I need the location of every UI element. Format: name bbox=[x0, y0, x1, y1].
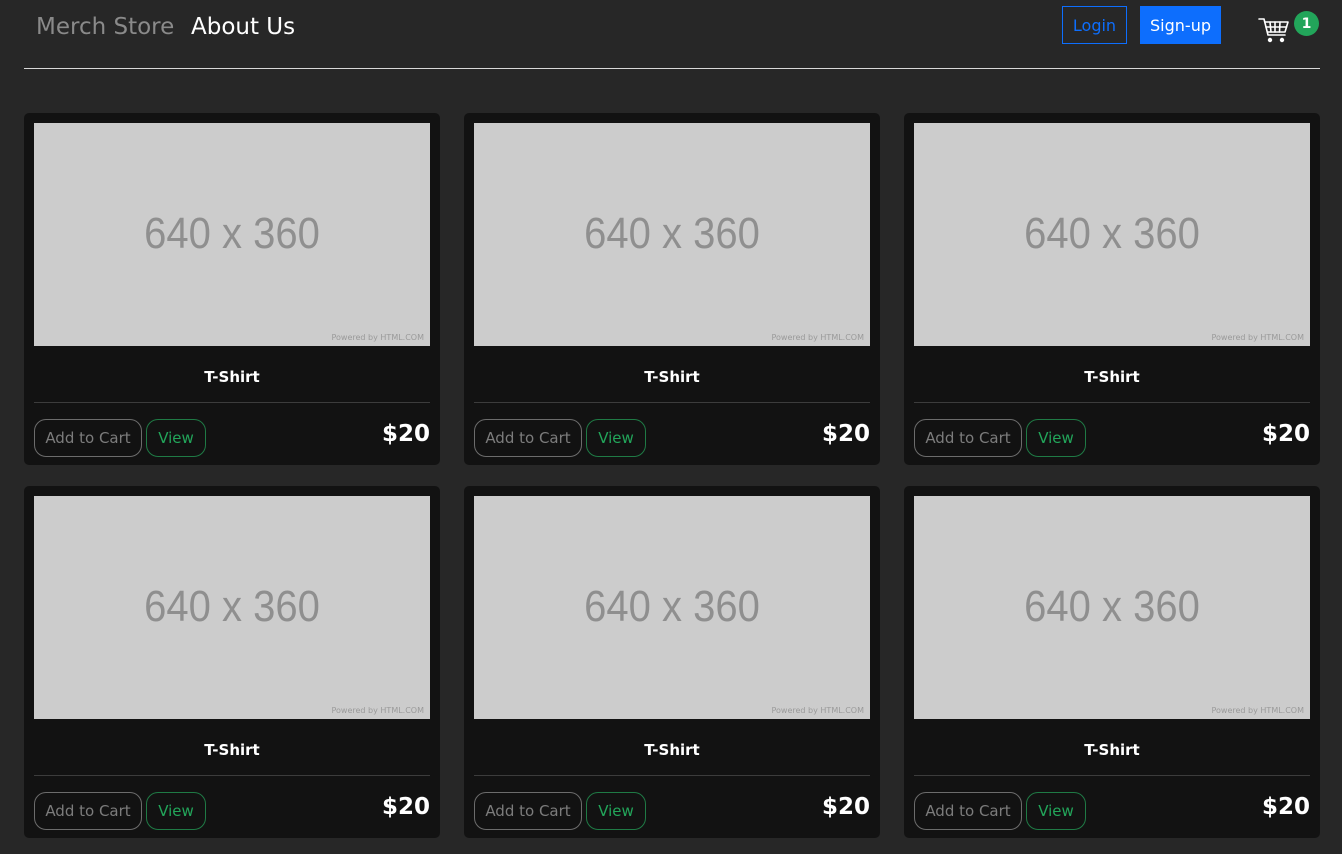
shopping-cart-icon[interactable] bbox=[1258, 14, 1290, 46]
product-grid: 640 x 360 Powered by HTML.COM T-Shirt Ad… bbox=[24, 113, 1320, 838]
product-card: 640 x 360 Powered by HTML.COM T-Shirt Ad… bbox=[464, 113, 880, 465]
image-credit: Powered by HTML.COM bbox=[331, 706, 425, 715]
image-size-label: 640 x 360 bbox=[1024, 583, 1200, 631]
view-button[interactable]: View bbox=[146, 792, 206, 830]
login-button[interactable]: Login bbox=[1062, 6, 1127, 44]
card-actions: Add to Cart View $20 bbox=[34, 776, 430, 830]
add-to-cart-button[interactable]: Add to Cart bbox=[34, 792, 142, 830]
product-price: $20 bbox=[1261, 421, 1310, 447]
product-price: $20 bbox=[821, 794, 870, 820]
product-image-placeholder: 640 x 360 Powered by HTML.COM bbox=[474, 496, 870, 719]
image-credit: Powered by HTML.COM bbox=[771, 333, 865, 342]
product-card: 640 x 360 Powered by HTML.COM T-Shirt Ad… bbox=[24, 113, 440, 465]
image-size-label: 640 x 360 bbox=[584, 583, 760, 631]
navbar: Merch Store About Us Login Sign-up 1 bbox=[24, 0, 1320, 69]
signup-button[interactable]: Sign-up bbox=[1140, 6, 1221, 44]
product-image-placeholder: 640 x 360 Powered by HTML.COM bbox=[34, 496, 430, 719]
cart-count-badge: 1 bbox=[1294, 11, 1319, 36]
image-size-label: 640 x 360 bbox=[144, 210, 320, 258]
image-credit: Powered by HTML.COM bbox=[771, 706, 865, 715]
product-price: $20 bbox=[821, 421, 870, 447]
product-price: $20 bbox=[381, 794, 430, 820]
image-size-label: 640 x 360 bbox=[1024, 210, 1200, 258]
image-credit: Powered by HTML.COM bbox=[1211, 333, 1305, 342]
add-to-cart-button[interactable]: Add to Cart bbox=[474, 792, 582, 830]
view-button[interactable]: View bbox=[1026, 419, 1086, 457]
card-actions: Add to Cart View $20 bbox=[474, 776, 870, 830]
product-image-placeholder: 640 x 360 Powered by HTML.COM bbox=[34, 123, 430, 346]
product-image-placeholder: 640 x 360 Powered by HTML.COM bbox=[474, 123, 870, 346]
image-size-label: 640 x 360 bbox=[584, 210, 760, 258]
add-to-cart-button[interactable]: Add to Cart bbox=[914, 419, 1022, 457]
product-title: T-Shirt bbox=[644, 741, 700, 759]
view-button[interactable]: View bbox=[1026, 792, 1086, 830]
image-credit: Powered by HTML.COM bbox=[331, 333, 425, 342]
view-button[interactable]: View bbox=[146, 419, 206, 457]
image-credit: Powered by HTML.COM bbox=[1211, 706, 1305, 715]
product-title: T-Shirt bbox=[204, 368, 260, 386]
add-to-cart-button[interactable]: Add to Cart bbox=[914, 792, 1022, 830]
product-card: 640 x 360 Powered by HTML.COM T-Shirt Ad… bbox=[24, 486, 440, 838]
product-card: 640 x 360 Powered by HTML.COM T-Shirt Ad… bbox=[904, 486, 1320, 838]
add-to-cart-button[interactable]: Add to Cart bbox=[34, 419, 142, 457]
card-actions: Add to Cart View $20 bbox=[474, 403, 870, 457]
product-title: T-Shirt bbox=[1084, 368, 1140, 386]
card-actions: Add to Cart View $20 bbox=[914, 776, 1310, 830]
view-button[interactable]: View bbox=[586, 792, 646, 830]
product-price: $20 bbox=[1261, 794, 1310, 820]
brand-link[interactable]: Merch Store bbox=[36, 12, 174, 42]
card-actions: Add to Cart View $20 bbox=[914, 403, 1310, 457]
product-title: T-Shirt bbox=[644, 368, 700, 386]
image-size-label: 640 x 360 bbox=[144, 583, 320, 631]
nav-link-about[interactable]: About Us bbox=[191, 12, 295, 42]
card-actions: Add to Cart View $20 bbox=[34, 403, 430, 457]
product-title: T-Shirt bbox=[1084, 741, 1140, 759]
product-card: 640 x 360 Powered by HTML.COM T-Shirt Ad… bbox=[904, 113, 1320, 465]
product-card: 640 x 360 Powered by HTML.COM T-Shirt Ad… bbox=[464, 486, 880, 838]
product-price: $20 bbox=[381, 421, 430, 447]
add-to-cart-button[interactable]: Add to Cart bbox=[474, 419, 582, 457]
view-button[interactable]: View bbox=[586, 419, 646, 457]
product-image-placeholder: 640 x 360 Powered by HTML.COM bbox=[914, 496, 1310, 719]
product-image-placeholder: 640 x 360 Powered by HTML.COM bbox=[914, 123, 1310, 346]
product-title: T-Shirt bbox=[204, 741, 260, 759]
